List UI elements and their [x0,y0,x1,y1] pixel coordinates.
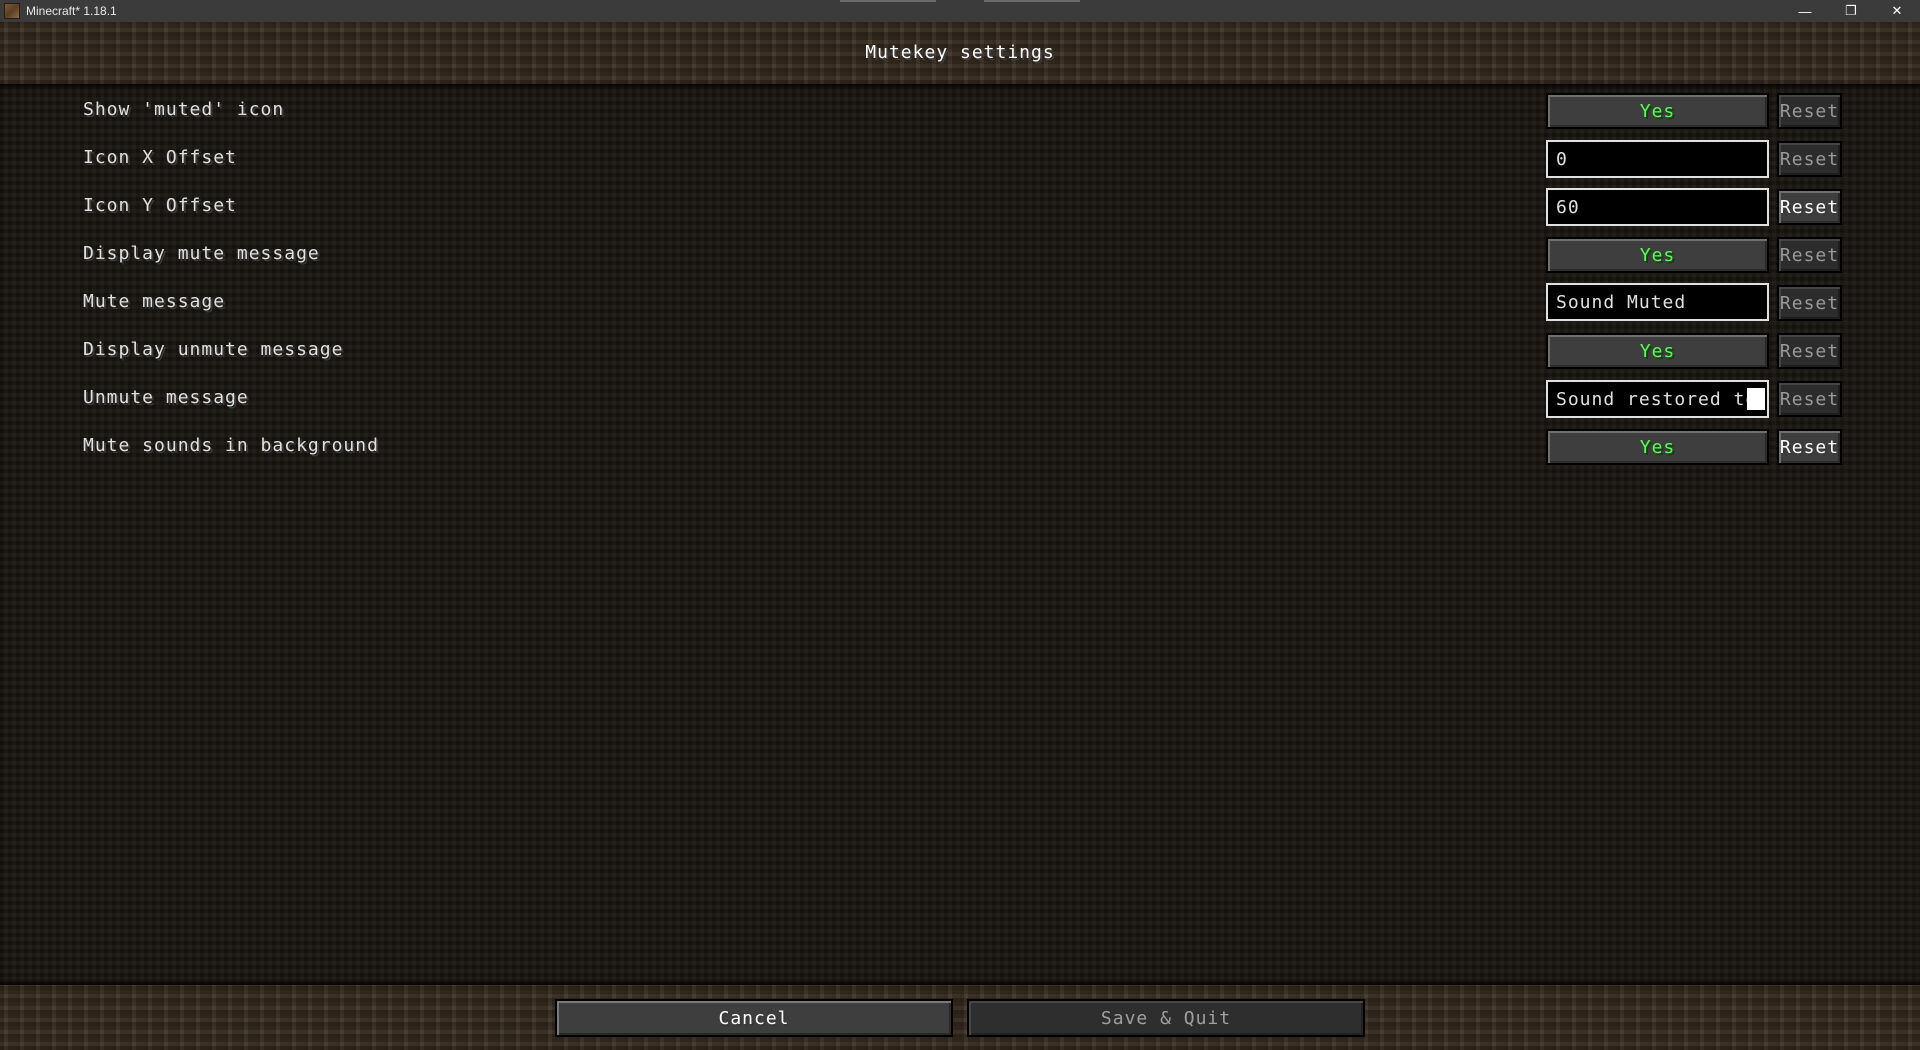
reset-button-mute-message[interactable]: Reset [1777,285,1842,321]
minecraft-app-icon [4,3,20,19]
setting-label-display-unmute-message: Display unmute message [83,339,344,360]
toggle-mute-sounds-in-background[interactable]: Yes [1546,429,1769,465]
reset-button-display-unmute-message[interactable]: Reset [1777,333,1842,369]
cancel-button[interactable]: Cancel [555,999,953,1037]
setting-label-mute-sounds-in-background: Mute sounds in background [83,435,379,456]
setting-label-mute-message: Mute message [83,291,226,312]
setting-label-display-mute-message: Display mute message [83,243,320,264]
setting-label-icon-y-offset: Icon Y Offset [83,195,237,216]
screen-title: Mutekey settings [865,42,1055,63]
window-title: Minecraft* 1.18.1 [26,4,117,18]
toggle-show-muted-icon[interactable]: Yes [1546,93,1769,129]
setting-label-unmute-message: Unmute message [83,387,249,408]
reset-button-display-mute-message[interactable]: Reset [1777,237,1842,273]
icon-x-offset-field[interactable]: 0 [1546,140,1769,178]
unmute-message-field[interactable]: Sound restored to [1546,380,1769,418]
text-cursor [1747,388,1765,410]
close-icon[interactable]: ✕ [1874,0,1920,22]
footer-background [0,985,1920,1050]
icon-y-offset-field[interactable]: 60 [1546,188,1769,226]
reset-button-mute-sounds-in-background[interactable]: Reset [1777,429,1842,465]
mute-message-value: Sound Muted [1556,291,1687,313]
mute-message-field[interactable]: Sound Muted [1546,283,1769,321]
minimize-icon[interactable]: — [1782,0,1828,22]
restore-icon[interactable]: ❐ [1828,0,1874,22]
window-titlebar: Minecraft* 1.18.1 — ❐ ✕ [0,0,1920,22]
reset-button-unmute-message[interactable]: Reset [1777,381,1842,417]
reset-button-show-muted-icon[interactable]: Reset [1777,93,1842,129]
unmute-message-value: Sound restored to [1556,388,1758,410]
toggle-display-mute-message[interactable]: Yes [1546,237,1769,273]
window-controls: — ❐ ✕ [1782,0,1920,22]
reset-button-icon-y-offset[interactable]: Reset [1777,189,1842,225]
reset-button-icon-x-offset[interactable]: Reset [1777,141,1842,177]
save-and-quit-button[interactable]: Save & Quit [967,999,1365,1037]
setting-label-show-muted-icon: Show 'muted' icon [83,99,285,120]
icon-y-offset-value: 60 [1556,196,1580,218]
toggle-display-unmute-message[interactable]: Yes [1546,333,1769,369]
setting-label-icon-x-offset: Icon X Offset [83,147,237,168]
titlebar-decoration [840,0,1080,2]
icon-x-offset-value: 0 [1556,148,1568,170]
